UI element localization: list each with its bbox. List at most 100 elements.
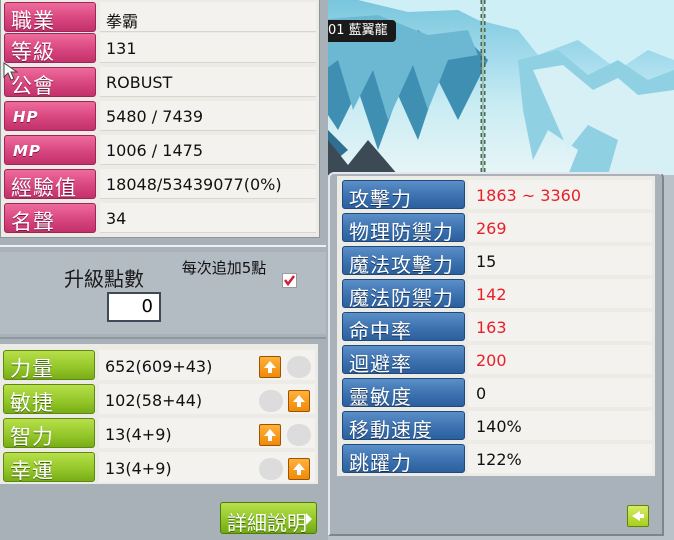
- luk-label: 幸運: [3, 452, 95, 483]
- mp-label-text: MP: [13, 142, 41, 160]
- detail-row-attack: 攻擊力 1863 ~ 3360: [337, 178, 655, 211]
- detail-row-weapon-def: 物理防禦力 269: [337, 211, 655, 244]
- level-label: 等級: [4, 33, 96, 64]
- magic-atk-label: 魔法攻擊力: [342, 246, 465, 277]
- info-row-hp: HP 5480 / 7439: [1, 99, 319, 133]
- int-button-slot: [287, 424, 311, 446]
- job-label: 職業: [4, 2, 96, 33]
- arrow-up-icon: [293, 463, 305, 475]
- arrow-up-icon: [264, 429, 276, 441]
- mp-label: MP: [4, 135, 96, 165]
- luk-value-text: 13(4+9): [105, 459, 172, 478]
- detail-row-jump: 跳躍力 122%: [337, 442, 655, 475]
- str-increase-button[interactable]: [259, 356, 281, 378]
- avoid-label: 迴避率: [342, 345, 465, 376]
- detail-row-magic-def: 魔法防禦力 142: [337, 277, 655, 310]
- attack-value: 1863 ~ 3360: [468, 180, 652, 209]
- info-row-fame: 名聲 34: [1, 201, 319, 235]
- magic-def-value: 142: [468, 279, 652, 308]
- hp-label-text: HP: [13, 108, 39, 126]
- speed-label-text: 移動速度: [349, 418, 433, 442]
- auto-assign-checkbox[interactable]: [282, 273, 297, 288]
- accuracy-label: 命中率: [342, 312, 465, 343]
- str-button-slot: [287, 356, 311, 378]
- magic-def-label: 魔法防禦力: [342, 279, 465, 310]
- str-label: 力量: [3, 350, 95, 381]
- dex-label: 敏捷: [3, 384, 95, 415]
- luk-label-text: 幸運: [10, 459, 54, 483]
- fame-label-text: 名聲: [11, 210, 55, 234]
- attack-label-text: 攻擊力: [349, 187, 412, 211]
- luk-increase-button[interactable]: [288, 458, 310, 480]
- exp-value: 18048/53439077(0%): [100, 169, 316, 199]
- arrow-up-icon: [293, 395, 305, 407]
- ability-points-inner: [0, 252, 326, 334]
- info-row-exp: 經驗值 18048/53439077(0%): [1, 167, 319, 201]
- magic-def-value-text: 142: [476, 285, 507, 304]
- ability-row-luk: 幸運 13(4+9): [0, 450, 318, 484]
- character-info-box: 職業 拳霸 等級 131 公會 ROBUST HP 5480 / 7439 MP…: [0, 0, 320, 238]
- guild-value: ROBUST: [100, 67, 316, 97]
- dex-button-slot: [259, 390, 283, 412]
- ability-points-value: 0: [107, 292, 161, 322]
- fame-value-text: 34: [106, 209, 127, 228]
- str-label-text: 力量: [10, 357, 54, 381]
- speed-label: 移動速度: [342, 411, 465, 442]
- arrow-up-icon: [264, 361, 276, 373]
- checkmark-icon: [284, 275, 295, 287]
- hands-label: 靈敏度: [342, 378, 465, 409]
- detail-button[interactable]: 詳細說明: [220, 502, 317, 535]
- magic-atk-value: 15: [468, 246, 652, 275]
- str-value-text: 652(609+43): [105, 357, 213, 376]
- luk-button-slot: [259, 458, 283, 480]
- magic-atk-value-text: 15: [476, 252, 497, 271]
- level-value: 131: [100, 33, 316, 63]
- ability-row-str: 力量 652(609+43): [0, 348, 318, 382]
- exp-label-text: 經驗值: [11, 176, 77, 200]
- detail-stat-box: 攻擊力 1863 ~ 3360 物理防禦力 269 魔法攻擊力 15 魔法防禦力…: [337, 176, 655, 476]
- jump-value: 122%: [468, 444, 652, 473]
- dex-value-text: 102(58+44): [105, 391, 203, 410]
- weapon-def-label-text: 物理防禦力: [349, 220, 454, 244]
- info-row-guild: 公會 ROBUST: [1, 65, 319, 99]
- magic-def-label-text: 魔法防禦力: [349, 286, 454, 310]
- int-increase-button[interactable]: [259, 424, 281, 446]
- detail-row-hands: 靈敏度 0: [337, 376, 655, 409]
- hands-value-text: 0: [476, 384, 487, 403]
- avoid-value: 200: [468, 345, 652, 374]
- ability-row-int: 智力 13(4+9): [0, 416, 318, 450]
- job-value-text: 拳霸: [106, 12, 139, 31]
- auto-assign-label: 每次追加5點: [181, 259, 267, 277]
- map-name-badge: 01 藍翼龍: [322, 20, 396, 42]
- int-value: 13(4+9): [99, 418, 315, 448]
- weapon-def-label: 物理防禦力: [342, 213, 465, 244]
- speed-value: 140%: [468, 411, 652, 440]
- collapse-detail-button[interactable]: [627, 505, 649, 527]
- exp-value-text: 18048/53439077(0%): [106, 175, 282, 194]
- exp-label: 經驗值: [4, 169, 96, 200]
- arrow-left-icon-body: [639, 514, 644, 518]
- dex-increase-button[interactable]: [288, 390, 310, 412]
- weapon-def-value-text: 269: [476, 219, 507, 238]
- hp-label: HP: [4, 101, 96, 131]
- mp-value-text: 1006 / 1475: [106, 141, 203, 160]
- hands-value: 0: [468, 378, 652, 407]
- attack-label: 攻擊力: [342, 180, 465, 211]
- jump-label-text: 跳躍力: [349, 451, 412, 475]
- detail-button-label: 詳細說明: [227, 511, 307, 535]
- mouse-cursor-icon: [3, 62, 19, 81]
- jump-value-text: 122%: [476, 450, 522, 469]
- accuracy-value-text: 163: [476, 318, 507, 337]
- detail-row-avoid: 迴避率 200: [337, 343, 655, 376]
- info-row-mp: MP 1006 / 1475: [1, 133, 319, 167]
- accuracy-label-text: 命中率: [349, 319, 412, 343]
- job-value: 拳霸: [100, 2, 316, 32]
- mp-value: 1006 / 1475: [100, 135, 316, 165]
- fame-label: 名聲: [4, 203, 96, 234]
- speed-value-text: 140%: [476, 417, 522, 436]
- info-row-level: 等級 131: [1, 31, 319, 65]
- ability-points-title: 升級點數: [64, 267, 144, 291]
- chevron-right-icon: [306, 513, 312, 525]
- str-value: 652(609+43): [99, 350, 315, 380]
- level-value-text: 131: [106, 39, 137, 58]
